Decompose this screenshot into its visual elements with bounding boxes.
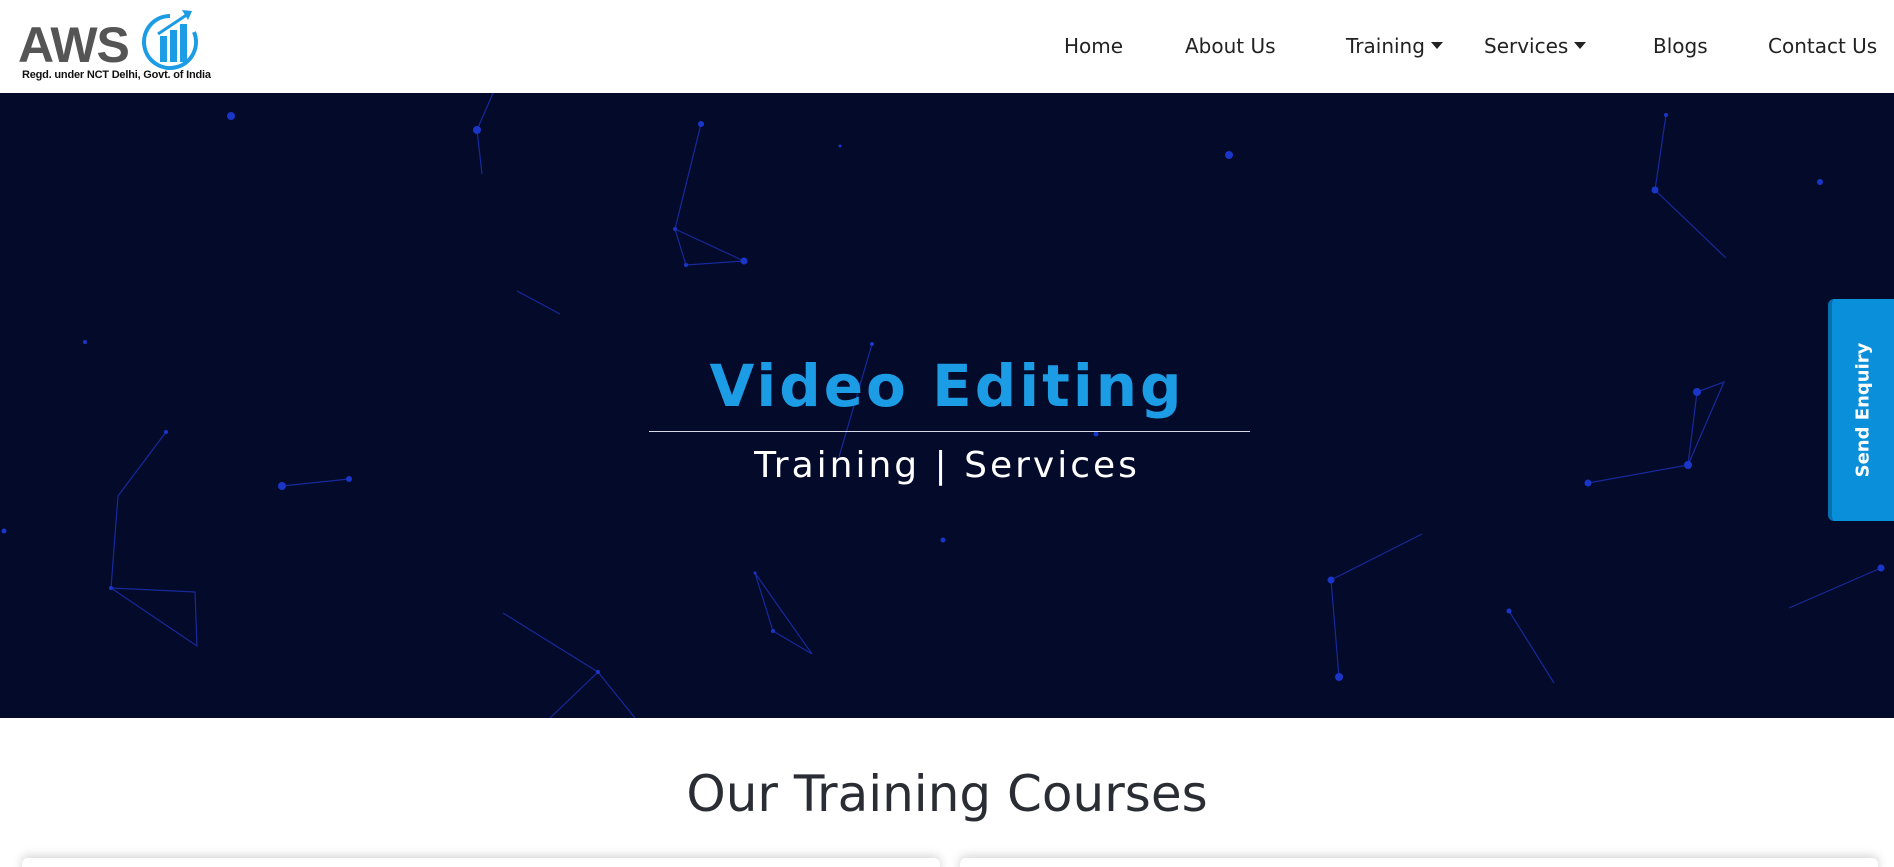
section-title: Our Training Courses bbox=[686, 765, 1208, 823]
course-card[interactable] bbox=[22, 858, 940, 867]
caret-down-icon bbox=[1574, 42, 1587, 49]
nav-contact-us-label: Contact Us bbox=[1768, 34, 1878, 58]
nav-about-us-label: About Us bbox=[1185, 34, 1276, 58]
nav-blogs[interactable]: Blogs bbox=[1653, 33, 1708, 59]
nav-home-label: Home bbox=[1064, 34, 1124, 58]
hero-banner: Video Editing Training | Services bbox=[0, 93, 1894, 718]
hero-subtitle: Training | Services bbox=[754, 445, 1140, 486]
nav-training-label: Training bbox=[1346, 34, 1425, 58]
nav-services[interactable]: Services bbox=[1484, 33, 1587, 59]
hero-divider bbox=[649, 431, 1250, 432]
nav-training[interactable]: Training bbox=[1346, 33, 1443, 59]
aws-logo[interactable]: AWS Regd. under NCT Delhi, Govt. of Indi… bbox=[18, 8, 211, 86]
nav-home[interactable]: Home bbox=[1064, 33, 1123, 59]
hero-title: Video Editing bbox=[709, 352, 1185, 420]
nav-about-us[interactable]: About Us bbox=[1185, 33, 1276, 59]
logo-text: AWS bbox=[18, 17, 130, 73]
send-enquiry-label: Send Enquiry bbox=[1852, 342, 1874, 478]
nav-contact-us[interactable]: Contact Us bbox=[1768, 33, 1877, 59]
logo-chart-icon bbox=[142, 10, 198, 70]
nav-services-label: Services bbox=[1484, 34, 1569, 58]
caret-down-icon bbox=[1430, 42, 1443, 49]
course-card[interactable] bbox=[960, 858, 1878, 867]
nav-blogs-label: Blogs bbox=[1653, 34, 1708, 58]
site-header: AWS Regd. under NCT Delhi, Govt. of Indi… bbox=[0, 0, 1894, 93]
logo-subtitle: Regd. under NCT Delhi, Govt. of India bbox=[22, 69, 211, 81]
send-enquiry-button[interactable]: Send Enquiry bbox=[1828, 299, 1894, 521]
